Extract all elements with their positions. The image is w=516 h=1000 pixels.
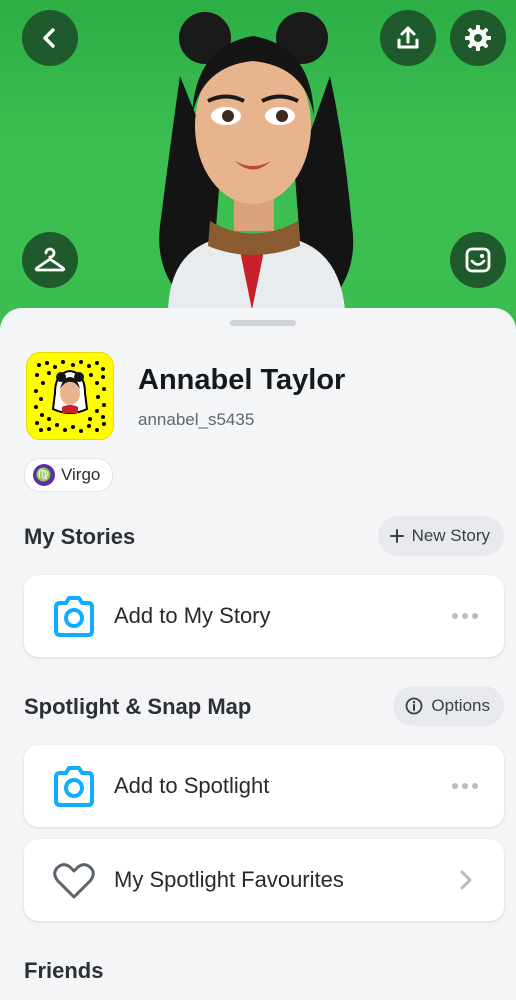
- heart-icon: [53, 863, 95, 899]
- display-name: Annabel Taylor: [138, 364, 346, 396]
- hanger-icon: [34, 247, 66, 272]
- chevron-right-icon: [460, 870, 472, 890]
- settings-button[interactable]: [450, 10, 506, 66]
- outfit-button[interactable]: [22, 232, 78, 288]
- bitmoji-selfie-icon: [465, 247, 491, 273]
- options-label: Options: [431, 696, 490, 715]
- profile-sheet: Annabel Taylor annabel_s5435 ♍ Virgo My …: [0, 308, 516, 1000]
- options-button[interactable]: Options: [393, 686, 504, 726]
- camera-icon: [54, 596, 94, 637]
- new-story-button[interactable]: New Story: [377, 516, 504, 556]
- info-icon: [406, 697, 423, 715]
- bitmoji-avatar: [159, 12, 354, 310]
- more-options-icon[interactable]: [452, 783, 478, 789]
- camera-icon: [54, 766, 94, 807]
- chevron-left-icon: [43, 28, 55, 48]
- sheet-grabber[interactable]: [230, 320, 296, 326]
- back-button[interactable]: [22, 10, 78, 66]
- spotlight-title: Spotlight & Snap Map: [24, 694, 252, 719]
- share-profile-button[interactable]: [380, 10, 436, 66]
- add-to-spotlight-card[interactable]: Add to Spotlight: [24, 745, 504, 827]
- new-story-label: New Story: [411, 526, 490, 545]
- username[interactable]: annabel_s5435: [138, 410, 254, 430]
- virgo-icon: ♍: [33, 464, 55, 486]
- snapcode-pattern: [34, 360, 106, 433]
- plus-icon: [389, 529, 404, 543]
- add-to-spotlight-label: Add to Spotlight: [114, 773, 270, 798]
- friends-title: Friends: [24, 958, 104, 983]
- gear-icon: [465, 25, 491, 51]
- add-to-my-story-label: Add to My Story: [114, 603, 271, 628]
- more-options-icon[interactable]: [452, 613, 478, 619]
- add-to-my-story-card[interactable]: Add to My Story: [24, 575, 504, 657]
- spotlight-favourites-card[interactable]: My Spotlight Favourites: [24, 839, 504, 921]
- snapcode[interactable]: [26, 352, 114, 440]
- my-stories-title: My Stories: [24, 524, 136, 549]
- zodiac-badge[interactable]: ♍ Virgo: [24, 458, 114, 492]
- profile-header: [0, 0, 516, 330]
- selfie-button[interactable]: [450, 232, 506, 288]
- spotlight-favourites-label: My Spotlight Favourites: [114, 867, 344, 892]
- upload-icon: [397, 26, 419, 49]
- zodiac-label: Virgo: [61, 465, 101, 484]
